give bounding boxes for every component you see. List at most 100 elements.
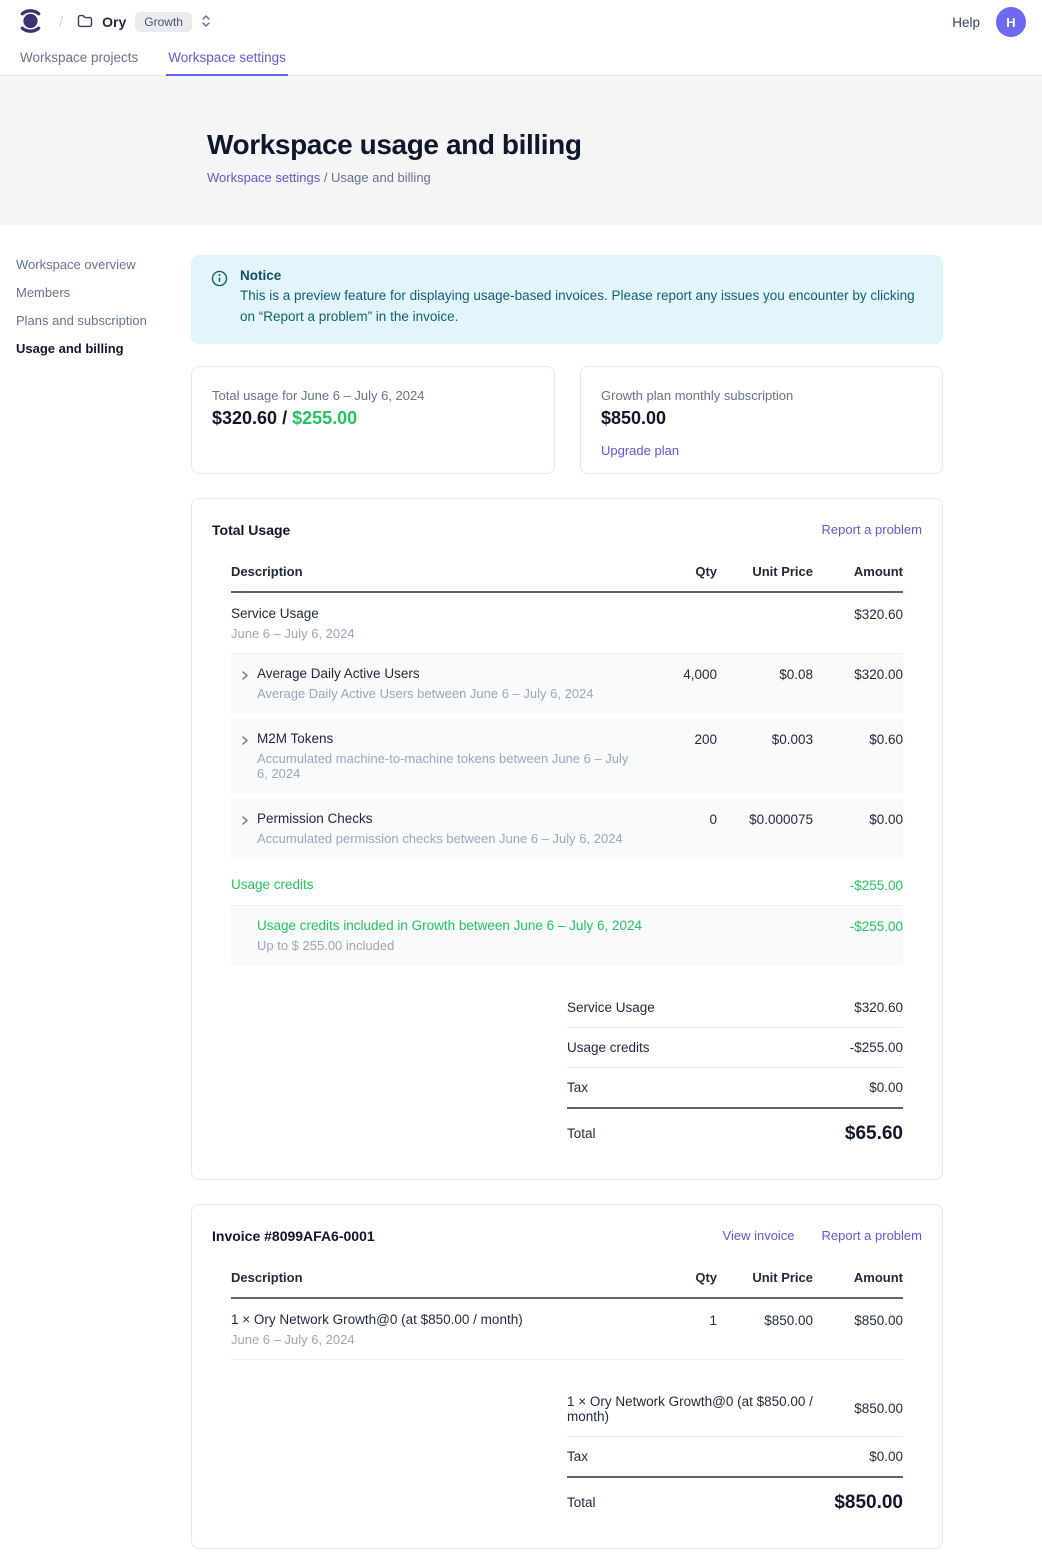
row-qty bbox=[642, 918, 717, 919]
notice-body: This is a preview feature for displaying… bbox=[240, 286, 923, 328]
stat-cards: Total usage for June 6 – July 6, 2024 $3… bbox=[191, 366, 943, 474]
row-text: Usage credits included in Growth between… bbox=[257, 918, 642, 953]
switcher-updown-icon[interactable] bbox=[201, 13, 211, 32]
row-description: M2M Tokens Accumulated machine-to-machin… bbox=[231, 731, 642, 781]
summary-value: $0.00 bbox=[869, 1080, 903, 1095]
row-amount: -$255.00 bbox=[813, 918, 903, 934]
usage-report-problem-link[interactable]: Report a problem bbox=[822, 522, 922, 537]
topbar-right: Help H bbox=[952, 7, 1026, 37]
column-amount: Amount bbox=[813, 1270, 903, 1285]
row-title: M2M Tokens bbox=[257, 731, 642, 746]
view-invoice-link[interactable]: View invoice bbox=[723, 1228, 795, 1243]
summary-row-subscription: 1 × Ory Network Growth@0 (at $850.00 / m… bbox=[567, 1382, 903, 1437]
group-row-description: Usage credits bbox=[231, 877, 642, 892]
sidebar-item-workspace-overview[interactable]: Workspace overview bbox=[16, 257, 191, 272]
summary-label: Tax bbox=[567, 1080, 588, 1095]
notice-banner: Notice This is a preview feature for dis… bbox=[191, 255, 943, 344]
ory-logo[interactable] bbox=[18, 6, 43, 39]
breadcrumb-workspace-settings-link[interactable]: Workspace settings bbox=[207, 170, 320, 185]
row-unit-price bbox=[717, 877, 813, 878]
total-label: Total bbox=[567, 1495, 596, 1510]
row-title: Service Usage bbox=[231, 606, 642, 621]
usage-total-row: Total $65.60 bbox=[567, 1109, 903, 1149]
usage-summary: Service Usage $320.60 Usage credits -$25… bbox=[567, 988, 903, 1149]
plan-badge: Growth bbox=[135, 12, 192, 32]
top-bar: / Ory Growth Help H bbox=[0, 0, 1042, 44]
tab-workspace-projects[interactable]: Workspace projects bbox=[18, 44, 140, 75]
workspace-name: Ory bbox=[102, 14, 126, 30]
row-unit-price: $850.00 bbox=[717, 1312, 813, 1328]
row-amount: $850.00 bbox=[813, 1312, 903, 1328]
invoice-table: Description Qty Unit Price Amount 1 × Or… bbox=[231, 1260, 903, 1518]
row-qty bbox=[642, 606, 717, 607]
sidebar-item-members[interactable]: Members bbox=[16, 285, 191, 300]
row-subtitle: June 6 – July 6, 2024 bbox=[231, 626, 642, 641]
invoice-report-problem-link[interactable]: Report a problem bbox=[822, 1228, 922, 1243]
row-title: Permission Checks bbox=[257, 811, 623, 826]
column-description: Description bbox=[231, 564, 642, 579]
row-amount: $320.00 bbox=[813, 666, 903, 682]
chevron-right-icon[interactable] bbox=[240, 731, 250, 781]
usage-separator: / bbox=[277, 408, 292, 428]
row-description: Permission Checks Accumulated permission… bbox=[231, 811, 642, 846]
invoice-panel: Invoice #8099AFA6-0001 View invoice Repo… bbox=[191, 1204, 943, 1549]
total-value: $65.60 bbox=[845, 1123, 903, 1145]
row-description: 1 × Ory Network Growth@0 (at $850.00 / m… bbox=[231, 1312, 642, 1347]
summary-row-usage-credits: Usage credits -$255.00 bbox=[567, 1028, 903, 1068]
row-amount: $0.60 bbox=[813, 731, 903, 747]
usage-table-header: Description Qty Unit Price Amount bbox=[231, 554, 903, 593]
sidebar-item-usage-and-billing[interactable]: Usage and billing bbox=[16, 341, 191, 356]
sidebar-item-plans-and-subscription[interactable]: Plans and subscription bbox=[16, 313, 191, 328]
table-row-permission-checks[interactable]: Permission Checks Accumulated permission… bbox=[231, 799, 903, 859]
user-avatar[interactable]: H bbox=[996, 7, 1026, 37]
row-subtitle: Accumulated permission checks between Ju… bbox=[257, 831, 623, 846]
row-text: Average Daily Active Users Average Daily… bbox=[257, 666, 594, 701]
invoice-panel-header: Invoice #8099AFA6-0001 View invoice Repo… bbox=[212, 1225, 922, 1260]
chevron-right-icon[interactable] bbox=[240, 811, 250, 846]
group-row-description: Service Usage June 6 – July 6, 2024 bbox=[231, 606, 642, 641]
workspace-switcher[interactable]: Ory Growth bbox=[77, 12, 211, 32]
row-unit-price bbox=[717, 918, 813, 919]
summary-value: $850.00 bbox=[854, 1401, 903, 1416]
notice-text: Notice This is a preview feature for dis… bbox=[240, 268, 923, 328]
row-text: Permission Checks Accumulated permission… bbox=[257, 811, 623, 846]
table-row-average-daily-active-users[interactable]: Average Daily Active Users Average Daily… bbox=[231, 654, 903, 714]
summary-value: $320.60 bbox=[854, 1000, 903, 1015]
invoice-table-header: Description Qty Unit Price Amount bbox=[231, 1260, 903, 1299]
column-unit-price: Unit Price bbox=[717, 1270, 813, 1285]
invoice-links: View invoice Report a problem bbox=[723, 1228, 922, 1243]
usage-panel-title: Total Usage bbox=[212, 522, 290, 538]
upgrade-plan-link[interactable]: Upgrade plan bbox=[601, 443, 679, 458]
summary-value: -$255.00 bbox=[850, 1040, 903, 1055]
table-row-ory-network-growth: 1 × Ory Network Growth@0 (at $850.00 / m… bbox=[231, 1299, 903, 1360]
row-amount: $0.00 bbox=[813, 811, 903, 827]
row-subtitle: Accumulated machine-to-machine tokens be… bbox=[257, 751, 642, 781]
total-usage-card: Total usage for June 6 – July 6, 2024 $3… bbox=[191, 366, 555, 474]
summary-value: $0.00 bbox=[869, 1449, 903, 1464]
column-unit-price: Unit Price bbox=[717, 564, 813, 579]
help-link[interactable]: Help bbox=[952, 15, 980, 30]
row-subtitle: June 6 – July 6, 2024 bbox=[231, 1332, 642, 1347]
column-qty: Qty bbox=[642, 1270, 717, 1285]
row-unit-price bbox=[717, 606, 813, 607]
row-text: M2M Tokens Accumulated machine-to-machin… bbox=[257, 731, 642, 781]
folder-icon bbox=[77, 14, 93, 31]
row-subtitle: Up to $ 255.00 included bbox=[257, 938, 642, 953]
row-title: Usage credits included in Growth between… bbox=[257, 918, 642, 933]
usage-credit-limit: $255.00 bbox=[292, 408, 357, 428]
service-usage-group-row: Service Usage June 6 – July 6, 2024 $320… bbox=[231, 593, 903, 654]
row-title: 1 × Ory Network Growth@0 (at $850.00 / m… bbox=[231, 1312, 642, 1327]
column-amount: Amount bbox=[813, 564, 903, 579]
tab-workspace-settings[interactable]: Workspace settings bbox=[166, 44, 288, 76]
table-row-m2m-tokens[interactable]: M2M Tokens Accumulated machine-to-machin… bbox=[231, 719, 903, 794]
main-content: Notice This is a preview feature for dis… bbox=[191, 225, 943, 1565]
row-unit-price: $0.08 bbox=[717, 666, 813, 682]
row-qty bbox=[642, 877, 717, 878]
usage-table: Description Qty Unit Price Amount Servic… bbox=[231, 554, 903, 1149]
summary-label: 1 × Ory Network Growth@0 (at $850.00 / m… bbox=[567, 1394, 842, 1424]
row-unit-price: $0.003 bbox=[717, 731, 813, 747]
invoice-title: Invoice #8099AFA6-0001 bbox=[212, 1228, 375, 1244]
total-value: $850.00 bbox=[834, 1492, 903, 1514]
row-title: Average Daily Active Users bbox=[257, 666, 594, 681]
chevron-right-icon[interactable] bbox=[240, 666, 250, 701]
